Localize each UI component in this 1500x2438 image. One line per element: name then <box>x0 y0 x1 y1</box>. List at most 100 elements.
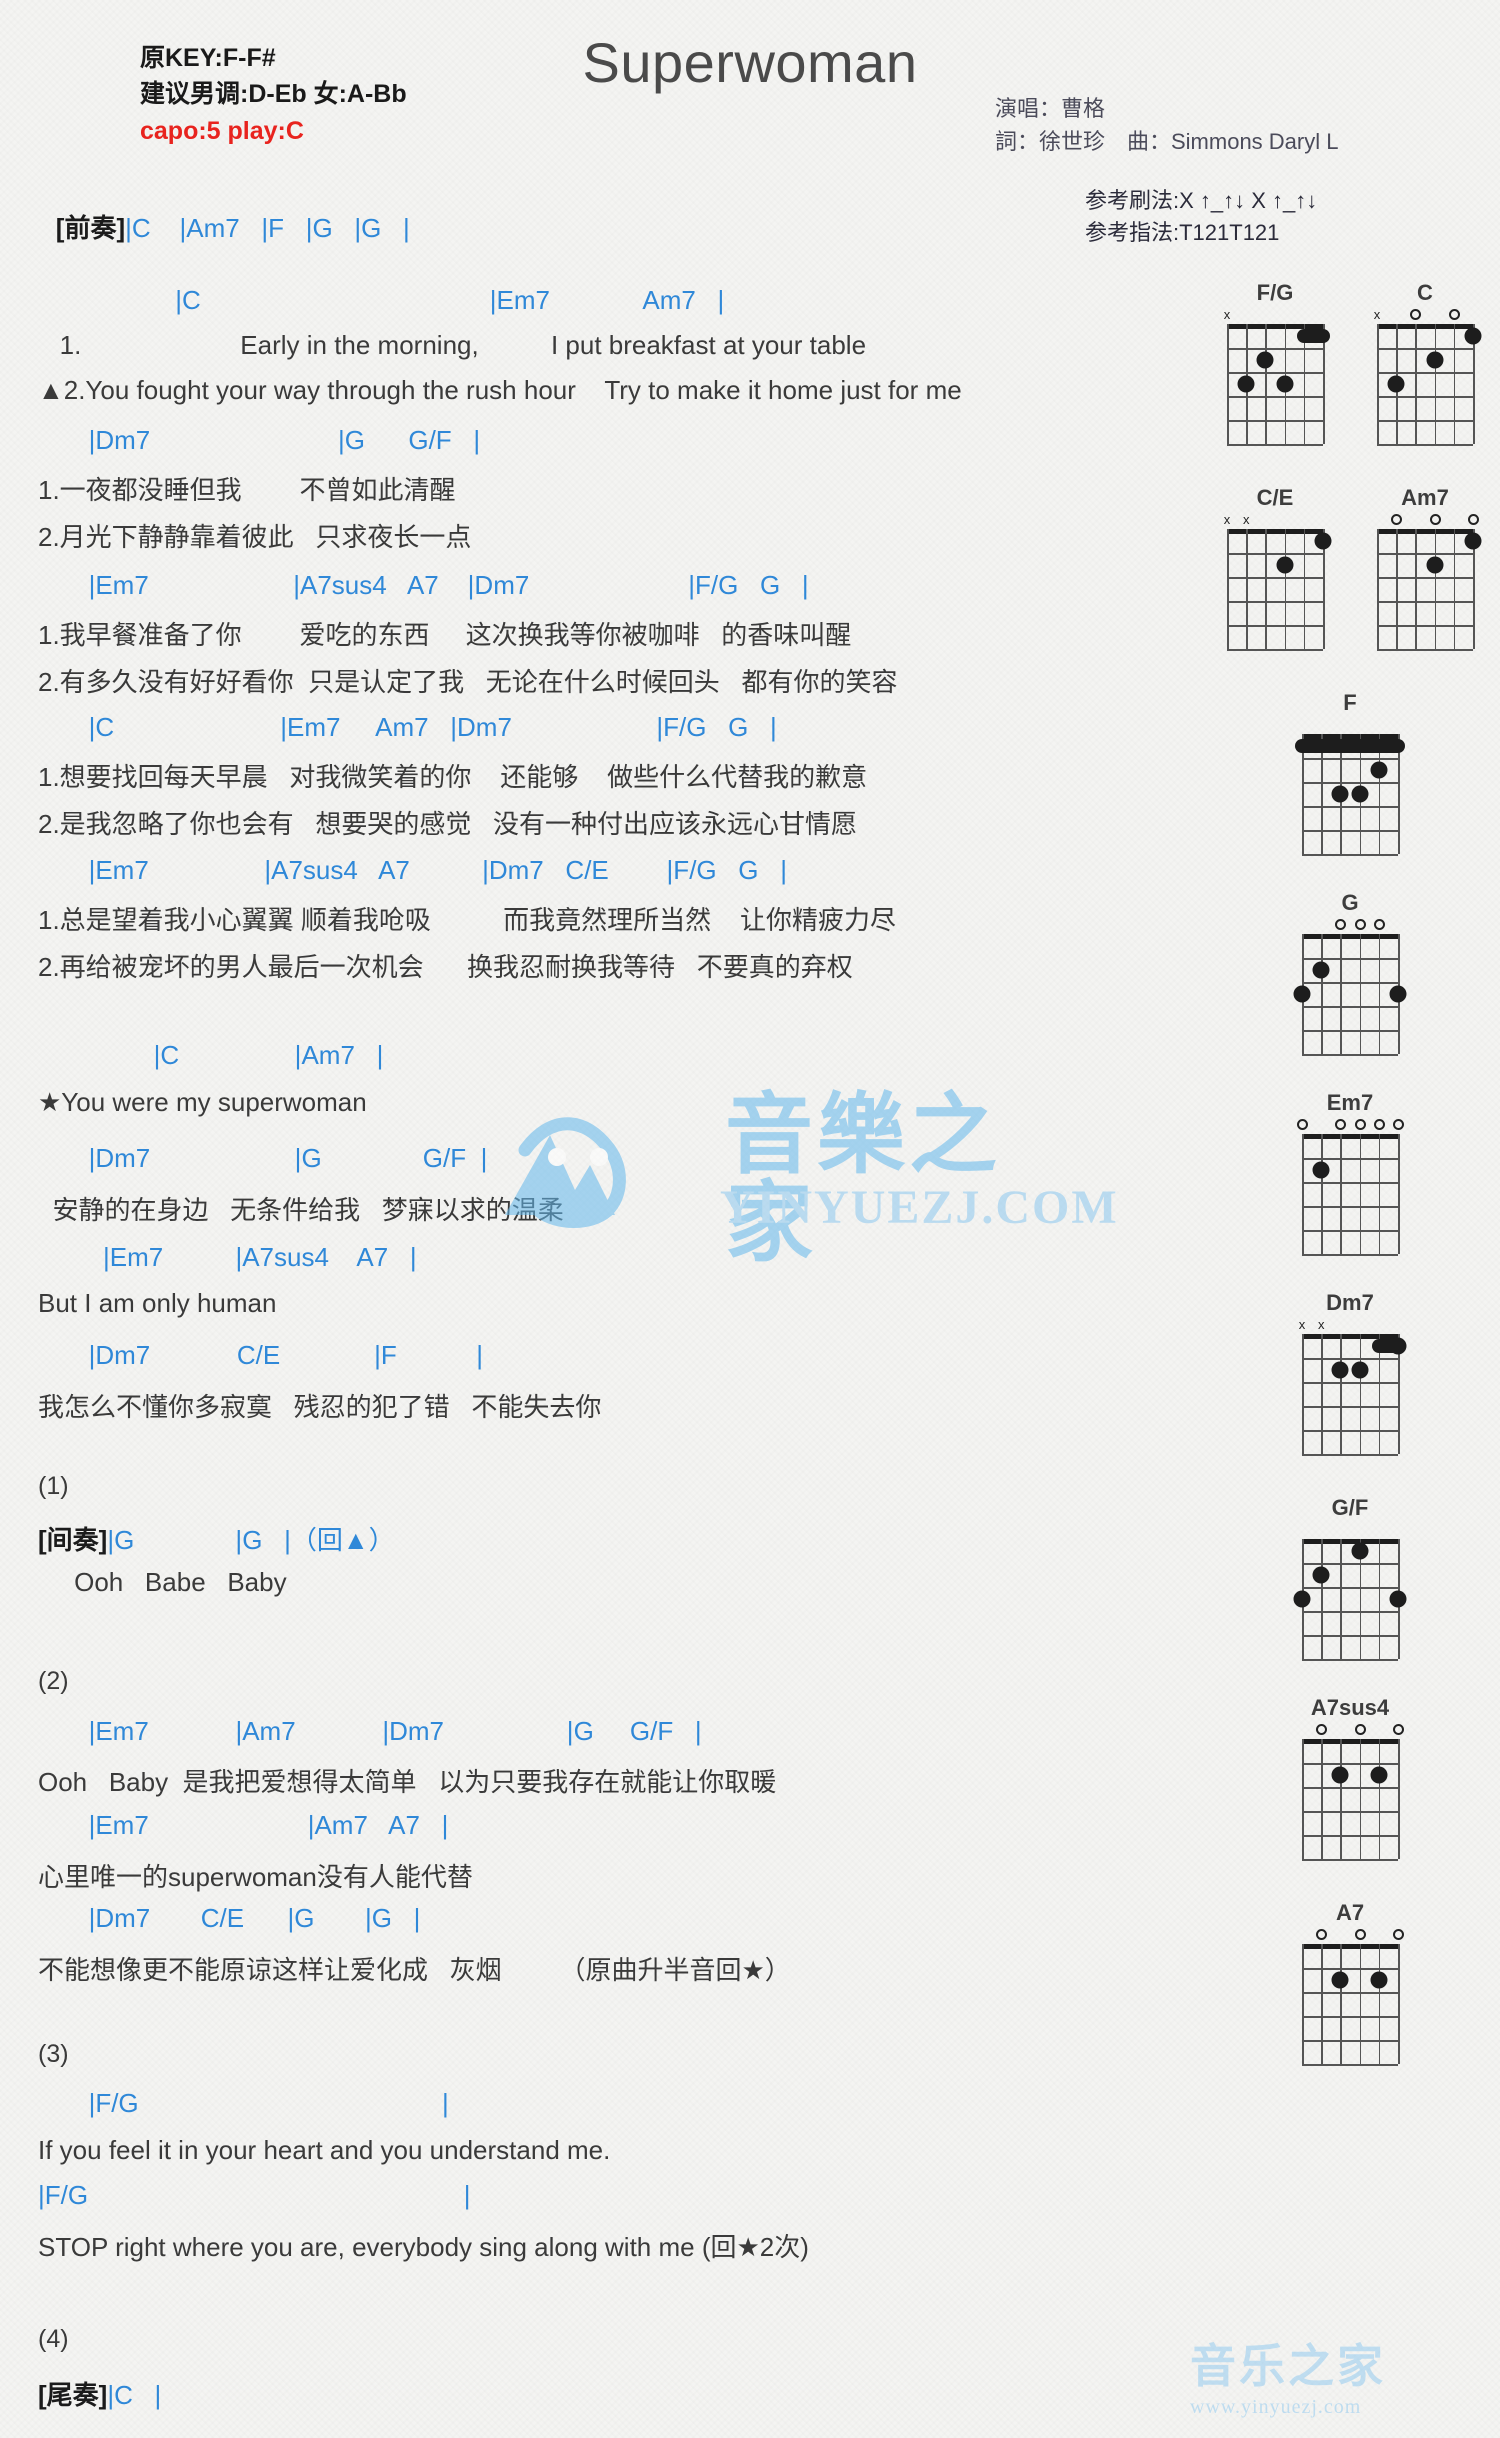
fretboard-grid <box>1293 1539 1407 1661</box>
fret-line <box>1302 1006 1398 1008</box>
string-line <box>1453 529 1456 649</box>
string-line <box>1321 934 1323 1054</box>
string-line <box>1340 1739 1342 1859</box>
chord-open-mute-marks <box>1290 1723 1410 1739</box>
fret-line <box>1302 1563 1398 1565</box>
watermark-domain-text: YINYUEZJ.COM <box>720 1181 1119 1234</box>
section-1-tag-row: [间奏]|G |G |（回▲） <box>38 1520 395 1557</box>
fret-line <box>1302 1430 1398 1432</box>
credits-block: 演唱：曹格 詞：徐世珍 曲：Simmons Daryl L <box>995 92 1338 158</box>
page-title: Superwoman <box>582 31 918 94</box>
string-line <box>1265 529 1267 649</box>
picking-pattern: 参考指法:T121T121 <box>1085 219 1280 245</box>
watermark-bottom: 音乐之家 www.yinyuezj.com <box>1190 2330 1386 2419</box>
finger-dot <box>1351 1361 1369 1379</box>
chord-diagram-label: Dm7 <box>1326 1290 1374 1315</box>
fretboard-grid <box>1227 529 1332 651</box>
string-line <box>1321 1334 1323 1454</box>
string-line <box>1378 1739 1381 1859</box>
fret-line <box>1377 348 1473 350</box>
string-line <box>1359 1739 1362 1859</box>
string-line <box>1340 1134 1342 1254</box>
chord-diagram-label: F <box>1343 690 1357 715</box>
fret-line <box>1302 854 1398 856</box>
intro-row: [前奏]|C |Am7 |F |G |G | <box>38 190 410 263</box>
fretboard-grid <box>1377 324 1482 446</box>
mute-marker: x <box>1317 1317 1325 1332</box>
fret-line <box>1302 2064 1398 2066</box>
fret-line <box>1302 1158 1398 1160</box>
barre-bar <box>1295 739 1405 753</box>
finger-dot <box>1351 785 1369 803</box>
fret-line <box>1302 982 1398 984</box>
chord-open-mute-marks: x <box>1365 308 1485 324</box>
fret-line <box>1302 1358 1398 1360</box>
fret-line <box>1377 420 1473 422</box>
fret-line <box>1302 830 1398 832</box>
finger-dot <box>1312 961 1330 979</box>
chord-diagram-label: Em7 <box>1326 1090 1374 1115</box>
section-2-chords-3: |Dm7 C/E |G |G | <box>38 1903 421 1933</box>
chord-open-mute-marks <box>1365 513 1485 529</box>
chord-open-mute-marks <box>1290 918 1410 934</box>
fret-line <box>1227 444 1323 446</box>
nut <box>1377 529 1473 534</box>
mute-marker: x <box>1242 512 1250 527</box>
chorus-4-chords: |Dm7 C/E |F | <box>38 1340 483 1370</box>
verse-2-line-2: 2.月光下静静靠着彼此 只求夜长一点 <box>38 522 472 552</box>
chorus-1-chords: |C |Am7 | <box>38 1040 384 1070</box>
chorus-3-chords: |Em7 |A7sus4 A7 | <box>38 1242 417 1272</box>
string-line <box>1340 1539 1342 1659</box>
fretboard-grid <box>1302 1334 1407 1456</box>
finger-dot <box>1276 556 1294 574</box>
string-line <box>1340 1944 1342 2064</box>
fretboard-grid <box>1302 1134 1400 1256</box>
fret-line <box>1302 1968 1398 1970</box>
chord-diagram-g: G <box>1290 890 1410 1056</box>
verse-5-chords: |Em7 |A7sus4 A7 |Dm7 C/E |F/G G | <box>38 855 787 885</box>
strumming-block: 参考刷法:X ↑_↑↓ X ↑_↑↓ 参考指法:T121T121 <box>1085 185 1317 249</box>
verse-4-line-1: 1.想要找回每天早晨 对我微笑着的你 还能够 做些什么代替我的歉意 <box>38 762 868 792</box>
verse-3-chords: |Em7 |A7sus4 A7 |Dm7 |F/G G | <box>38 570 809 600</box>
chord-open-mute-marks <box>1290 1118 1410 1134</box>
mute-marker: x <box>1223 512 1231 527</box>
fret-line <box>1377 649 1473 651</box>
finger-dot <box>1314 532 1332 550</box>
fretboard-grid <box>1295 734 1405 856</box>
section-2-lyric-1: Ooh Baby 是我把爱想得太简单 以为只要我存在就能让你取暖 <box>38 1767 777 1797</box>
string-line <box>1377 529 1379 649</box>
finger-dot <box>1370 1971 1388 1989</box>
finger-dot <box>1312 1161 1330 1179</box>
fret-line <box>1302 1763 1398 1765</box>
fret-line <box>1227 420 1323 422</box>
section-2-number: (2) <box>38 1667 69 1695</box>
finger-dot <box>1464 327 1482 345</box>
fretboard-grid <box>1227 324 1330 446</box>
fret-line <box>1302 1787 1398 1789</box>
chorus-3-lyric: But I am only human <box>38 1288 277 1318</box>
outro-tag: [尾奏] <box>38 2380 108 2410</box>
string-line <box>1302 1134 1304 1254</box>
fret-line <box>1302 1835 1398 1837</box>
verse-1-line-2: ▲2.You fought your way through the rush … <box>38 375 962 405</box>
section-3-lyric-1: If you feel it in your heart and you und… <box>38 2135 611 2165</box>
watermark-bottom-cjk: 音乐之家 <box>1190 2340 1386 2392</box>
section-4-number: (4) <box>38 2325 69 2353</box>
chord-diagram-g-f: G/F <box>1290 1495 1410 1661</box>
watermark-center: 音樂之家 YINYUEZJ.COM <box>495 1085 1117 1267</box>
strum-pattern: 参考刷法:X ↑_↑↓ X ↑_↑↓ <box>1085 188 1318 213</box>
fret-line <box>1302 1382 1398 1384</box>
barre-bar <box>1371 1339 1405 1353</box>
barre-bar <box>1296 329 1330 343</box>
string-line <box>1434 529 1437 649</box>
string-line <box>1321 1944 1323 2064</box>
nut <box>1227 529 1323 534</box>
chorus-1-lyric: ★You were my superwoman <box>38 1087 367 1117</box>
string-line <box>1396 529 1398 649</box>
fret-line <box>1302 1992 1398 1994</box>
chorus-2-lyric: 安静的在身边 无条件给我 梦寐以求的温柔 <box>38 1195 564 1225</box>
verse-2-line-1: 1.一夜都没睡但我 不曾如此清醒 <box>38 475 456 505</box>
section-1-number: (1) <box>38 1472 69 1500</box>
string-line <box>1321 1739 1323 1859</box>
chord-diagram-c-e: C/E x x <box>1215 485 1335 651</box>
